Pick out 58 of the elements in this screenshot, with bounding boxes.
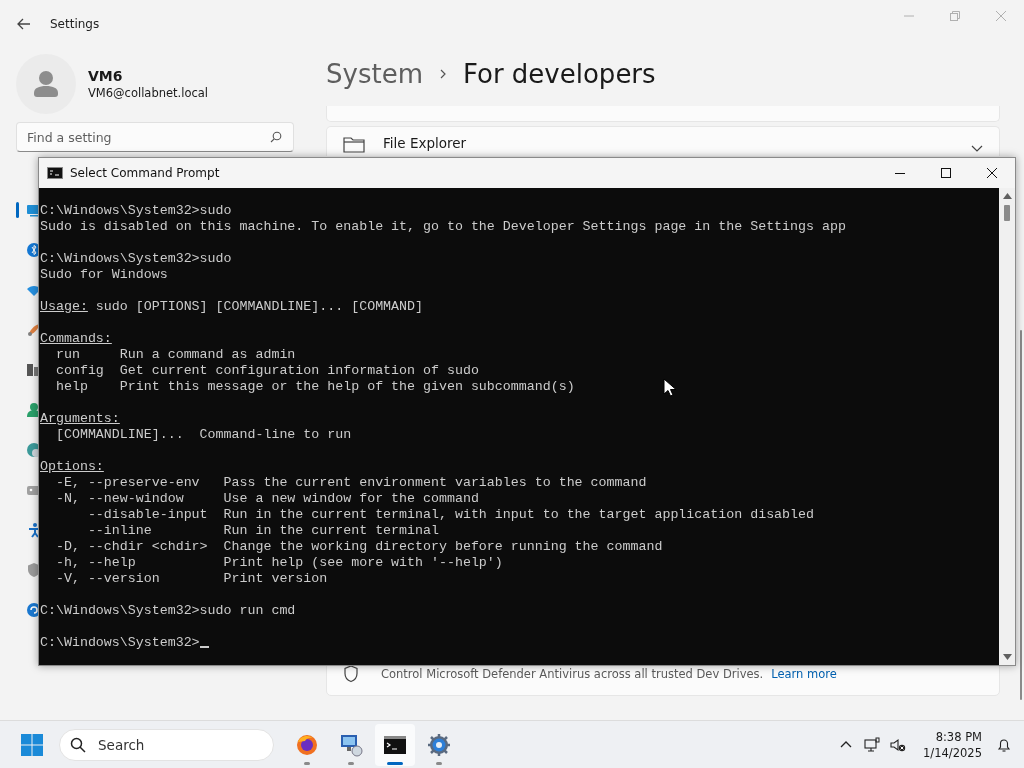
search-icon bbox=[70, 736, 86, 753]
console-line: C:\Windows\System32>sudo bbox=[40, 203, 232, 219]
search-field[interactable]: Search bbox=[59, 728, 274, 761]
console-line: config Get current configuration information of sudo bbox=[54, 363, 479, 379]
back-icon[interactable] bbox=[16, 16, 32, 32]
clock-date[interactable]: 1/14/2025 bbox=[923, 744, 982, 761]
search-field[interactable]: Find a setting bbox=[16, 122, 294, 152]
card-title: File Explorer bbox=[383, 135, 467, 151]
console-line: C:\Windows\System32> bbox=[40, 635, 200, 650]
bell-icon[interactable] bbox=[996, 736, 1012, 753]
folder-icon bbox=[343, 137, 365, 153]
user-email: VM6@collabnet.local bbox=[88, 86, 209, 100]
windows-logo-icon[interactable] bbox=[20, 732, 44, 757]
console-line: Commands: bbox=[40, 331, 112, 347]
console-line: [COMMANDLINE]... Command-line to run bbox=[54, 427, 352, 443]
console-line: -N, --new-window Use a new window for the command bbox=[54, 491, 479, 507]
console-line: --disable-input Run in the current terminal, with input to the target application disabled bbox=[86, 507, 814, 523]
learn-more-link[interactable]: Learn more bbox=[771, 667, 837, 681]
console-line: run Run a command as admin bbox=[54, 347, 296, 363]
restore-icon bbox=[949, 10, 961, 22]
window-title: Select Command Prompt bbox=[70, 166, 220, 180]
maximize-icon bbox=[940, 167, 952, 179]
scroll-thumb[interactable] bbox=[1004, 205, 1010, 221]
breadcrumb-link[interactable]: System bbox=[326, 59, 423, 89]
clock-time[interactable]: 8:38 PM bbox=[935, 728, 982, 745]
console-line: C:\Windows\System32>sudo bbox=[40, 251, 232, 267]
search-icon bbox=[270, 131, 282, 143]
console-line: Usage: sudo [OPTIONS] [COMMANDLINE]... [COMMAND] bbox=[40, 299, 424, 315]
console-line: -E, --preserve-env Pass the current environment variables to the command bbox=[54, 475, 647, 491]
user-name: VM6 bbox=[88, 68, 124, 84]
console-line: C:\Windows\System32>sudo run cmd bbox=[40, 603, 296, 619]
taskbar-app[interactable] bbox=[375, 723, 415, 766]
shield-icon bbox=[343, 665, 359, 683]
page-title: For developers bbox=[462, 59, 656, 89]
pointer-icon bbox=[663, 378, 677, 398]
close-icon bbox=[995, 10, 1007, 22]
setting-description: Control Microsoft Defender Antivirus across all trusted Dev Drives. bbox=[381, 667, 764, 681]
settings-card[interactable]: File Explorer bbox=[326, 126, 1000, 156]
console-line: --inline Run in the current terminal bbox=[86, 523, 439, 539]
scrollbar[interactable] bbox=[999, 188, 1015, 665]
chevron-icon[interactable] bbox=[971, 145, 983, 152]
window-title: Settings bbox=[50, 17, 100, 31]
console-line: -D, --chdir <chdir> Change the working directory before running the command bbox=[54, 539, 663, 555]
console-line: help Print this message or the help of the given subcommand(s) bbox=[54, 379, 575, 395]
console-line: -V, --version Print version bbox=[54, 571, 328, 587]
console-line: Sudo for Windows bbox=[40, 267, 168, 283]
scrollbar[interactable] bbox=[1020, 330, 1022, 700]
console-line: Options: bbox=[40, 459, 104, 475]
close-icon bbox=[986, 167, 998, 179]
monitor-icon bbox=[339, 732, 363, 757]
scroll-up-icon[interactable] bbox=[1002, 193, 1012, 199]
terminal-icon bbox=[47, 167, 63, 179]
console-line: Arguments: bbox=[40, 411, 120, 427]
console-line: -h, --help Print help (see more with '--help') bbox=[54, 555, 503, 571]
console-line: Sudo is disabled on this machine. To enable it, go to the Developer Settings page in the Settings app bbox=[40, 219, 846, 235]
browser-icon bbox=[295, 732, 319, 757]
scroll-down-icon[interactable] bbox=[1002, 654, 1012, 660]
gear-icon bbox=[427, 732, 451, 757]
